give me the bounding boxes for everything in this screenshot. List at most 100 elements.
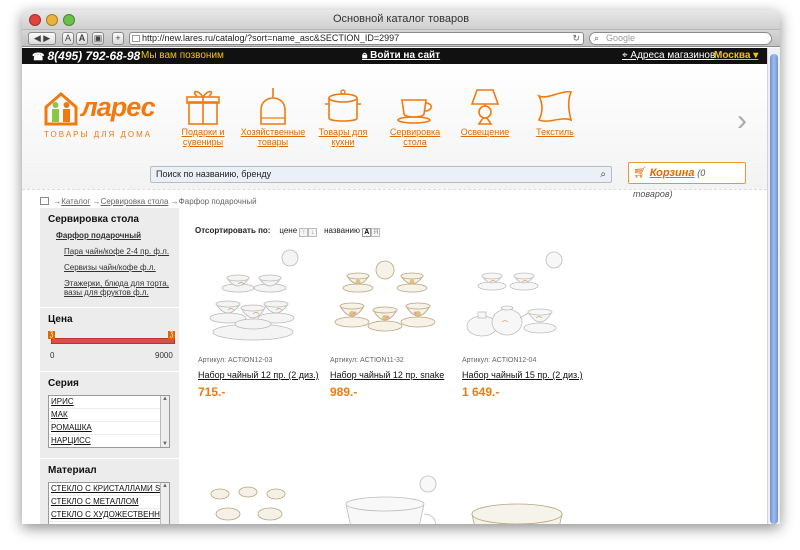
city-selector[interactable]: Москва ▾ xyxy=(714,50,758,61)
category-nav: Подарки и сувениры Хозяйственные товары xyxy=(167,86,587,166)
material-listbox[interactable]: СТЕКЛО С КРИСТАЛЛАМИ SWAROVSKI СТЕКЛО С … xyxy=(48,482,170,524)
print-icon[interactable]: ▣ xyxy=(92,32,104,45)
text-smaller-button[interactable]: A xyxy=(62,32,74,45)
sort-bar: Отсортировать по: цене ↑ ↓ названию АЯ xyxy=(195,226,381,237)
text-bigger-button[interactable]: A xyxy=(76,32,88,45)
product-image[interactable] xyxy=(462,248,572,348)
category-household[interactable]: Хозяйственные товары xyxy=(237,86,309,147)
page-scrollbar[interactable] xyxy=(767,48,780,524)
sidebar-item[interactable]: Сервизы чайн/кофе ф.л. xyxy=(64,263,179,272)
product-card[interactable]: Артикул: ACTION12-04 Набор чайный 15 пр.… xyxy=(462,248,584,399)
product-name-link[interactable]: Набор чайный 12 пр. snake xyxy=(330,370,452,380)
breadcrumb-catalog[interactable]: Каталог xyxy=(61,197,90,206)
series-option[interactable]: НАРЦИСС xyxy=(49,435,169,447)
series-option[interactable]: ИРИС xyxy=(49,396,169,409)
login-label: Войти на сайт xyxy=(370,50,441,61)
home-icon[interactable] xyxy=(40,197,49,205)
sort-price-desc-button[interactable]: ↓ xyxy=(308,228,318,237)
sort-price-label: цене xyxy=(279,226,298,235)
price-range: Ʒ Ʒ 0 9000 xyxy=(48,331,179,371)
page-scrollbar-thumb[interactable] xyxy=(770,54,778,524)
product-image[interactable] xyxy=(330,474,440,524)
lock-icon: 🔒︎ xyxy=(362,50,368,61)
browser-search-field[interactable]: ⌕ Google xyxy=(589,32,772,45)
product-card[interactable]: Артикул: ACTION11-32 Набор чайный 12 пр.… xyxy=(330,248,452,399)
window-titlebar: Основной каталог товаров xyxy=(22,10,780,30)
product-card[interactable]: Артикул: ACTION12-03 Набор чайный 12 пр.… xyxy=(198,248,320,399)
series-filter: Серия ИРИС МАК РОМАШКА НАРЦИСС ▲ ▼ xyxy=(40,372,179,448)
logo-tagline: ТОВАРЫ ДЛЯ ДОМА xyxy=(44,130,153,139)
browser-toolbar: ◀ ▶ A A ▣ + http://new.lares.ru/catalog/… xyxy=(22,30,780,47)
address-bar[interactable]: http://new.lares.ru/catalog/?sort=name_a… xyxy=(129,32,584,45)
site-topbar: ☎ 8(495) 792-68-98 Мы вам позвоним 🔒︎ Вой… xyxy=(22,48,767,64)
category-textile[interactable]: Текстиль xyxy=(519,86,591,137)
product-image[interactable] xyxy=(462,474,572,524)
search-icon: ⌕ xyxy=(594,33,600,43)
product-image[interactable] xyxy=(198,248,308,348)
product-image[interactable] xyxy=(198,474,308,524)
login-link[interactable]: 🔒︎ Войти на сайт xyxy=(362,50,440,61)
cart-icon: 🛒︎ xyxy=(633,167,647,179)
category-next-arrow-icon[interactable]: › xyxy=(737,104,747,138)
add-bookmark-button[interactable]: + xyxy=(112,32,124,45)
price-min-value: 0 xyxy=(50,351,55,360)
breadcrumb-current: Фарфор подарочный xyxy=(178,197,257,206)
category-lighting[interactable]: Освещение xyxy=(449,86,521,137)
product-sku: Артикул: ACTION12-03 xyxy=(198,357,273,364)
category-label: Текстиль xyxy=(536,127,574,137)
shops-label: Адреса магазинов xyxy=(630,50,716,61)
search-icon[interactable]: ⌕ xyxy=(600,167,606,182)
shops-link[interactable]: ⌖ Адреса магазинов xyxy=(622,50,715,61)
product-card[interactable] xyxy=(462,474,584,524)
back-forward-buttons[interactable]: ◀ ▶ xyxy=(28,32,56,45)
sidebar-item[interactable]: Пара чайн/кофе 2-4 пр. ф.л. xyxy=(64,247,179,256)
address-bar-url: http://new.lares.ru/catalog/?sort=name_a… xyxy=(142,33,400,43)
phone-text: 8(495) 792-68-98 xyxy=(47,49,141,63)
category-label: Сервировка стола xyxy=(389,127,441,147)
product-image[interactable] xyxy=(330,248,440,348)
sidebar-item-active[interactable]: Фарфор подарочный xyxy=(56,231,179,240)
listbox-scrollbar[interactable]: ▲▼ xyxy=(160,396,169,447)
cart-button[interactable]: 🛒︎ Корзина (0 товаров) xyxy=(628,162,746,199)
material-option[interactable]: СТЕКЛО С МЕТАЛЛОМ xyxy=(49,496,169,509)
product-name-link[interactable]: Набор чайный 12 пр. (2 диз.) xyxy=(198,370,320,380)
category-tableware[interactable]: Сервировка стола xyxy=(379,86,451,147)
phone-icon: ☎ xyxy=(32,52,45,63)
site-search-input[interactable]: Поиск по названию, бренду ⌕ xyxy=(150,166,612,183)
favicon-icon xyxy=(132,35,140,42)
pot-icon xyxy=(325,89,361,122)
series-option[interactable]: РОМАШКА xyxy=(49,422,169,435)
product-name-link[interactable]: Набор чайный 15 пр. (2 диз.) xyxy=(462,370,584,380)
price-max-handle[interactable]: Ʒ xyxy=(168,331,175,339)
sort-name-za-button[interactable]: Я xyxy=(371,228,381,237)
gift-icon xyxy=(186,90,220,125)
listbox-scrollbar[interactable]: ▲▼ xyxy=(160,483,169,524)
sort-name-az-button[interactable]: А xyxy=(362,228,372,237)
price-min-handle[interactable]: Ʒ xyxy=(48,331,55,339)
material-option[interactable]: СТЕКЛО С ХУДОЖЕСТВЕННОЙ РОСПИСЬЮ xyxy=(49,509,169,522)
material-option[interactable]: СТЕКЛО С КРИСТАЛЛАМИ SWAROVSKI xyxy=(49,483,169,496)
breadcrumb-tableware[interactable]: Сервировка стола xyxy=(101,197,169,206)
product-sku: Артикул: ACTION11-32 xyxy=(330,357,404,364)
sidebar-item[interactable]: Этажерки, блюда для торта, вазы для фрук… xyxy=(64,279,179,297)
window-title: Основной каталог товаров xyxy=(332,13,470,25)
sort-price-asc-button[interactable]: ↑ xyxy=(299,228,309,237)
series-listbox[interactable]: ИРИС МАК РОМАШКА НАРЦИСС ▲ ▼ xyxy=(48,395,170,448)
breadcrumb: →Каталог →Сервировка стола →Фарфор подар… xyxy=(40,197,257,206)
scroll-up-icon[interactable]: ▲ xyxy=(161,483,169,489)
scroll-down-icon[interactable]: ▼ xyxy=(161,441,169,447)
callback-link[interactable]: Мы вам позвоним xyxy=(141,50,224,61)
cart-label: Корзина xyxy=(649,167,695,179)
reload-icon[interactable]: ↻ xyxy=(572,33,580,44)
section-filter: Сервировка стола Фарфор подарочный Пара … xyxy=(40,208,179,297)
filter-sidebar: Сервировка стола Фарфор подарочный Пара … xyxy=(40,208,179,524)
series-option[interactable]: МАК xyxy=(49,409,169,422)
product-card[interactable] xyxy=(198,474,320,524)
category-gifts[interactable]: Подарки и сувениры xyxy=(167,86,239,147)
price-slider-track[interactable] xyxy=(51,338,175,344)
product-card[interactable] xyxy=(330,474,452,524)
product-sku: Артикул: ACTION12-04 xyxy=(462,357,537,364)
sort-label: Отсортировать по: xyxy=(195,226,271,235)
scroll-up-icon[interactable]: ▲ xyxy=(161,396,169,402)
category-kitchen[interactable]: Товары для кухни xyxy=(307,86,379,147)
